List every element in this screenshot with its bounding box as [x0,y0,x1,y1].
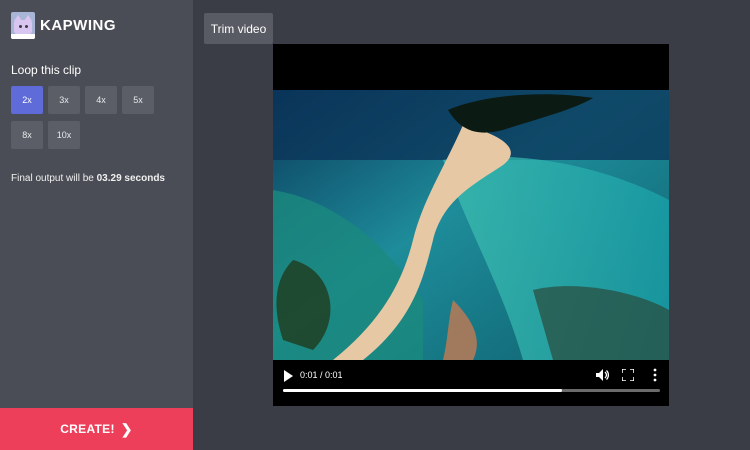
chevron-right-icon: ❯ [120,420,133,437]
loop-3x-button[interactable]: 3x [48,86,80,114]
video-progress-fill [283,389,562,392]
video-progress-bar[interactable] [283,389,660,392]
final-output-text: Final output will be 03.29 seconds [11,173,165,184]
loop-label: Loop this clip [11,63,82,77]
play-icon[interactable] [283,370,293,382]
fullscreen-icon[interactable] [622,369,634,381]
create-button[interactable]: CREATE! ❯ [0,408,193,450]
kapwing-logo-icon[interactable] [11,12,35,39]
loop-10x-button[interactable]: 10x [48,121,80,149]
final-output-prefix: Final output will be [11,173,94,184]
video-time: 0:01 / 0:01 [300,370,343,380]
video-frame[interactable] [273,90,669,360]
loop-8x-button[interactable]: 8x [11,121,43,149]
volume-icon[interactable] [595,368,609,382]
more-options-icon[interactable] [651,368,659,382]
aerial-beach-image [273,90,669,360]
brand-name[interactable]: KAPWING [40,17,116,34]
sidebar: KAPWING Loop this clip 2x 3x 4x 5x 8x 10… [0,0,193,450]
trim-video-button[interactable]: Trim video [204,13,273,44]
video-controls: 0:01 / 0:01 [273,360,669,406]
loop-4x-button[interactable]: 4x [85,86,117,114]
video-player[interactable]: 0:01 / 0:01 [273,44,669,406]
final-output-duration: 03.29 seconds [96,173,165,184]
create-button-label: CREATE! [60,422,115,436]
loop-5x-button[interactable]: 5x [122,86,154,114]
loop-2x-button[interactable]: 2x [11,86,43,114]
